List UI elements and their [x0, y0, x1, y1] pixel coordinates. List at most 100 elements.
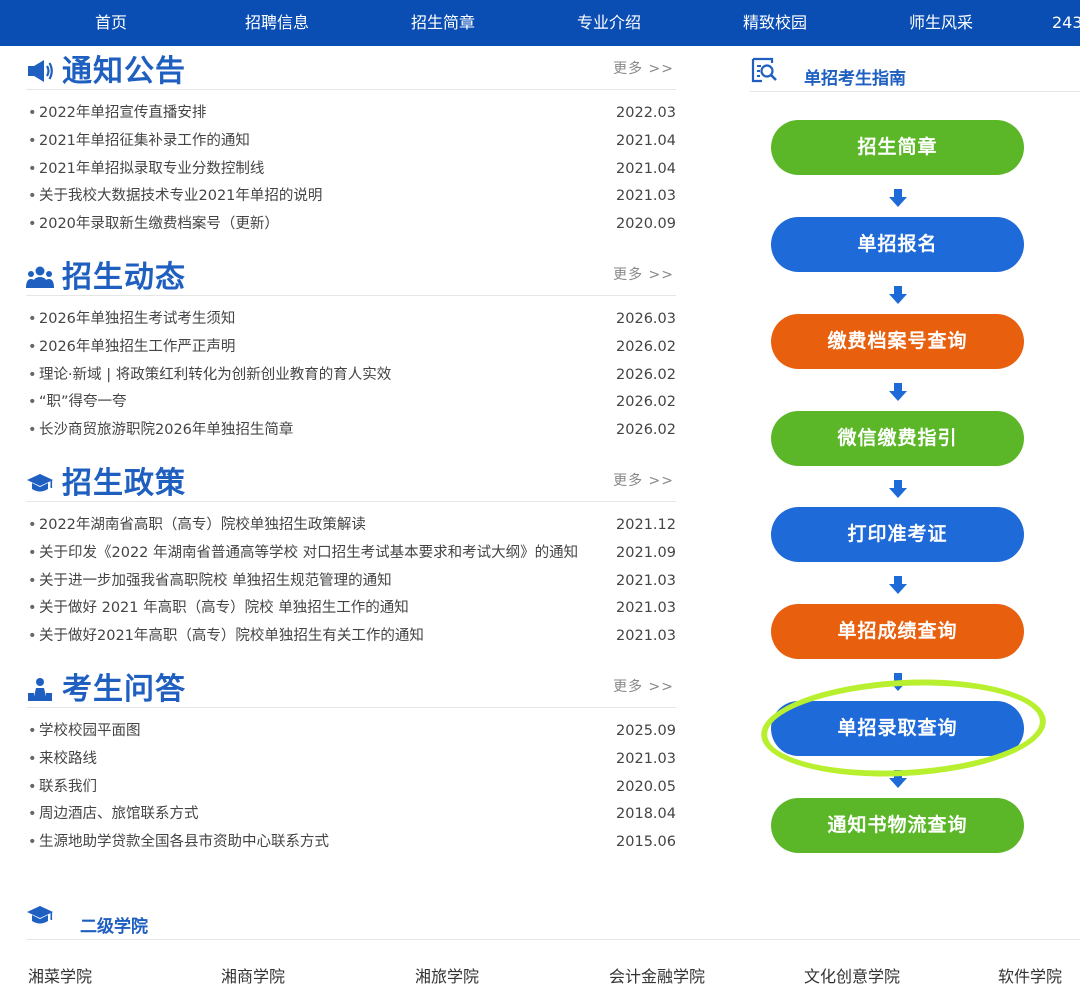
item-title[interactable]: 关于进一步加强我省高职院校 单独招生规范管理的通知	[39, 568, 392, 596]
guide-title: 单招考生指南	[804, 69, 906, 89]
bullet: •	[28, 366, 37, 383]
list-item[interactable]: • 长沙商贸旅游职院2026年单独招生简章 2026.02	[26, 417, 676, 445]
list-item[interactable]: • 2022年湖南省高职（高专）院校单独招生政策解读 2021.12	[26, 512, 676, 540]
list-item[interactable]: • 2026年单独招生考试考生须知 2026.03	[26, 306, 676, 334]
nav-home[interactable]: 首页	[78, 0, 144, 46]
list-item[interactable]: • 2021年单招拟录取专业分数控制线 2021.04	[26, 156, 676, 184]
college-link-xianglv[interactable]: 湘旅学院	[415, 963, 479, 987]
bullet: •	[28, 834, 37, 851]
item-date: 2026.03	[616, 311, 676, 327]
step-wechat-payment-guide-button[interactable]: 微信缴费指引	[771, 411, 1024, 466]
list-item[interactable]: • 关于做好 2021 年高职（高专）院校 单独招生工作的通知 2021.03	[26, 595, 676, 623]
step-admission-brochure-button[interactable]: 招生简章	[771, 120, 1024, 175]
item-title[interactable]: 关于做好2021年高职（高专）院校单独招生有关工作的通知	[39, 623, 424, 651]
list-item[interactable]: • 2021年单招征集补录工作的通知 2021.04	[26, 128, 676, 156]
item-title[interactable]: 生源地助学贷款全国各县市资助中心联系方式	[39, 829, 329, 857]
item-title[interactable]: 2021年单招拟录取专业分数控制线	[39, 156, 264, 184]
item-date: 2022.03	[616, 105, 676, 121]
guide-header: 单招考生指南	[750, 56, 1080, 92]
list-item[interactable]: • 2026年单独招生工作严正声明 2026.02	[26, 334, 676, 362]
bullet: •	[28, 338, 37, 355]
section-title: 招生政策	[62, 466, 186, 501]
item-date: 2026.02	[616, 422, 676, 439]
college-link-xiangcai[interactable]: 湘菜学院	[28, 963, 92, 987]
item-title[interactable]: 长沙商贸旅游职院2026年单独招生简章	[39, 417, 293, 445]
list-item[interactable]: • 关于我校大数据技术专业2021年单招的说明 2021.03	[26, 183, 676, 211]
news-list: • 2022年单招宣传直播安排 2022.03 • 2021年单招征集补录工作的通知 2…	[26, 100, 676, 239]
item-date: 2021.03	[616, 750, 676, 767]
item-title[interactable]: 关于印发《2022 年湖南省普通高等学校 对口招生考试基本要求和考试大纲》的通知	[39, 540, 578, 568]
item-date: 2021.03	[616, 188, 676, 205]
item-title[interactable]: 来校路线	[39, 746, 97, 774]
list-item[interactable]: • 关于做好2021年高职（高专）院校单独招生有关工作的通知 2021.03	[26, 623, 676, 651]
step-print-admission-ticket-button[interactable]: 打印准考证	[771, 507, 1024, 562]
item-title[interactable]: “职”得夸一夸	[39, 389, 127, 417]
list-item[interactable]: • 联系我们 2020.05	[26, 774, 676, 802]
item-title[interactable]: 理论·新域 | 将政策红利转化为创新创业教育的育人实效	[39, 362, 391, 390]
more-link[interactable]: 更多 >>	[613, 264, 674, 284]
section-faq: 考生问答 更多 >> • 学校校园平面图 2025.09 • 来校路线 2021.03 …	[26, 668, 676, 857]
item-title[interactable]: 关于做好 2021 年高职（高专）院校 单独招生工作的通知	[39, 595, 409, 623]
item-date: 2026.02	[616, 338, 676, 355]
nav-recruitment[interactable]: 招聘信息	[236, 0, 318, 46]
item-title[interactable]: 联系我们	[39, 774, 97, 802]
list-item[interactable]: • 2022年单招宣传直播安排 2022.03	[26, 100, 676, 128]
more-link[interactable]: 更多 >>	[613, 58, 674, 78]
step-payment-archive-query-button[interactable]: 缴费档案号查询	[771, 314, 1024, 369]
bullet: •	[28, 544, 37, 561]
list-item[interactable]: • 学校校园平面图 2025.09	[26, 718, 676, 746]
item-title[interactable]: 2020年录取新生缴费档案号（更新）	[39, 211, 279, 239]
qa-people-icon	[28, 678, 52, 701]
item-date: 2021.12	[616, 517, 676, 533]
step-registration-button[interactable]: 单招报名	[771, 217, 1024, 272]
step-notice-logistics-query-button[interactable]: 通知书物流查询	[771, 798, 1024, 853]
top-nav: 首页 招聘信息 招生简章 专业介绍 精致校园 师生风采 243	[0, 0, 1080, 46]
nav-more[interactable]: 243	[1052, 0, 1080, 46]
item-title[interactable]: 周边酒店、旅馆联系方式	[39, 801, 199, 829]
item-title[interactable]: 2021年单招征集补录工作的通知	[39, 128, 250, 156]
item-date: 2021.03	[616, 572, 676, 589]
section-header: 招生动态 更多 >>	[26, 256, 676, 296]
item-date: 2021.09	[616, 544, 676, 561]
more-link[interactable]: 更多 >>	[613, 676, 674, 696]
item-title[interactable]: 关于我校大数据技术专业2021年单招的说明	[39, 183, 322, 211]
nav-admission-brochure[interactable]: 招生简章	[402, 0, 484, 46]
list-item[interactable]: • “职”得夸一夸 2026.02	[26, 389, 676, 417]
item-date: 2021.03	[616, 628, 676, 645]
item-title[interactable]: 2026年单独招生考试考生须知	[39, 306, 235, 334]
college-link-xiangshang[interactable]: 湘商学院	[221, 963, 285, 987]
item-date: 2015.06	[616, 834, 676, 851]
bullet: •	[28, 750, 37, 767]
list-item[interactable]: • 关于进一步加强我省高职院校 单独招生规范管理的通知 2021.03	[26, 568, 676, 596]
more-link[interactable]: 更多 >>	[613, 470, 674, 490]
college-link-cultural-creative[interactable]: 文化创意学院	[804, 963, 900, 987]
step-score-query-button[interactable]: 单招成绩查询	[771, 604, 1024, 659]
bullet: •	[28, 188, 37, 205]
item-title[interactable]: 2022年单招宣传直播安排	[39, 100, 206, 128]
nav-teachers-students[interactable]: 师生风采	[900, 0, 982, 46]
arrow-down-icon	[889, 480, 907, 498]
list-item[interactable]: • 关于印发《2022 年湖南省普通高等学校 对口招生考试基本要求和考试大纲》的通…	[26, 540, 676, 568]
item-title[interactable]: 2026年单独招生工作严正声明	[39, 334, 235, 362]
section-notices: 通知公告 更多 >> • 2022年单招宣传直播安排 2022.03 • 2021年单…	[26, 50, 676, 239]
bullet: •	[28, 394, 37, 411]
list-item[interactable]: • 2020年录取新生缴费档案号（更新） 2020.09	[26, 211, 676, 239]
nav-campus[interactable]: 精致校园	[734, 0, 816, 46]
college-link-accounting-finance[interactable]: 会计金融学院	[609, 963, 705, 987]
item-date: 2026.02	[616, 394, 676, 411]
nav-majors[interactable]: 专业介绍	[568, 0, 650, 46]
list-item[interactable]: • 来校路线 2021.03	[26, 746, 676, 774]
section-header: 通知公告 更多 >>	[26, 50, 676, 90]
section-admission-policy: 招生政策 更多 >> • 2022年湖南省高职（高专）院校单独招生政策解读 2021…	[26, 462, 676, 651]
college-link-software[interactable]: 软件学院	[998, 963, 1062, 987]
bullet: •	[28, 517, 37, 533]
item-title[interactable]: 2022年湖南省高职（高专）院校单独招生政策解读	[39, 512, 366, 540]
list-item[interactable]: • 理论·新域 | 将政策红利转化为创新创业教育的育人实效 2026.02	[26, 362, 676, 390]
list-item[interactable]: • 生源地助学贷款全国各县市资助中心联系方式 2015.06	[26, 829, 676, 857]
list-item[interactable]: • 周边酒店、旅馆联系方式 2018.04	[26, 801, 676, 829]
item-date: 2020.05	[616, 778, 676, 795]
bullet: •	[28, 216, 37, 233]
bullet: •	[28, 105, 37, 121]
item-title[interactable]: 学校校园平面图	[39, 718, 141, 746]
section-header: 考生问答 更多 >>	[26, 668, 676, 708]
